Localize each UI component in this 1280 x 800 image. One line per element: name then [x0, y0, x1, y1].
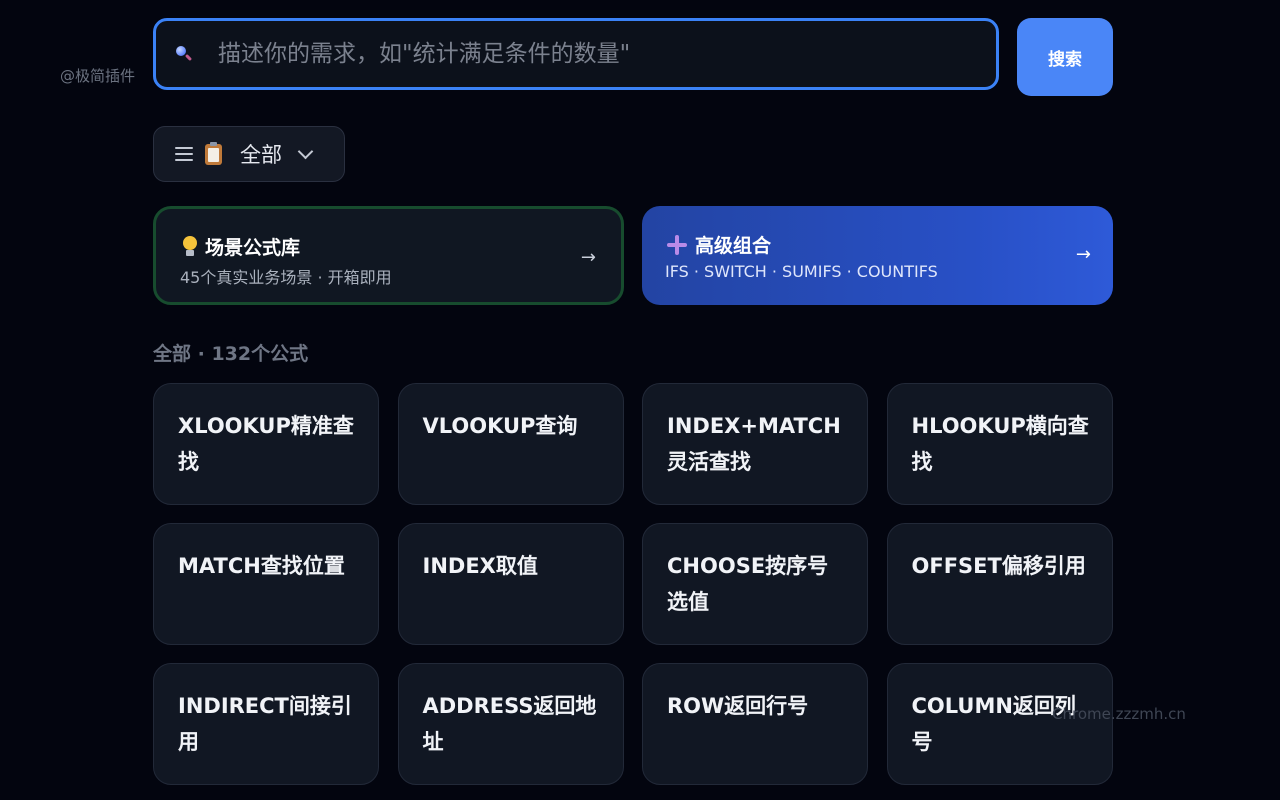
- watermark-right: Chrome.zzzmh.cn: [1052, 705, 1186, 723]
- formula-tile-label: COLUMN返回列号: [911, 694, 1076, 754]
- search-input[interactable]: [216, 40, 996, 68]
- formula-tile[interactable]: OFFSET偏移引用: [886, 523, 1113, 645]
- formula-tile[interactable]: INDEX取值: [397, 523, 624, 645]
- formula-tile-label: INDEX+MATCH灵活查找: [667, 414, 841, 474]
- formula-tile[interactable]: HLOOKUP横向查找: [886, 383, 1113, 505]
- category-filter-label: 全部: [240, 143, 282, 167]
- formula-tile-label: ADDRESS返回地址: [422, 694, 597, 754]
- search-button[interactable]: 搜索: [1017, 18, 1113, 96]
- watermark-left: @极简插件: [60, 67, 136, 85]
- chevron-down-icon: [297, 143, 314, 159]
- arrow-right-icon: →: [1075, 244, 1091, 265]
- formula-tile[interactable]: COLUMN返回列号: [886, 663, 1113, 785]
- search-icon: [174, 44, 194, 64]
- formula-tile[interactable]: INDIRECT间接引用: [153, 663, 379, 785]
- scene-formula-library-card[interactable]: 场景公式库 45个真实业务场景 · 开箱即用 →: [153, 206, 624, 305]
- formula-grid: XLOOKUP精准查找 VLOOKUP查询 INDEX+MATCH灵活查找 HL…: [153, 383, 1113, 785]
- formula-tile-label: OFFSET偏移引用: [911, 554, 1086, 578]
- arrow-right-icon: →: [580, 247, 596, 268]
- menu-icon: [175, 147, 193, 161]
- scene-card-subtitle: 45个真实业务场景 · 开箱即用: [180, 268, 392, 287]
- clipboard-icon: [205, 141, 222, 165]
- formula-tile[interactable]: MATCH查找位置: [153, 523, 379, 645]
- formula-tile-label: HLOOKUP横向查找: [911, 414, 1089, 474]
- plus-icon: [667, 234, 687, 255]
- advanced-card-title: 高级组合: [695, 235, 772, 257]
- scene-card-title: 场景公式库: [205, 237, 301, 259]
- formula-tile-label: MATCH查找位置: [178, 554, 345, 578]
- formula-tile[interactable]: XLOOKUP精准查找: [153, 383, 379, 505]
- formula-tile-label: INDEX取值: [422, 554, 538, 578]
- formula-tile[interactable]: VLOOKUP查询: [397, 383, 624, 505]
- formula-tile[interactable]: INDEX+MATCH灵活查找: [642, 383, 868, 505]
- category-filter-dropdown[interactable]: 全部: [153, 126, 345, 182]
- formula-tile-label: INDIRECT间接引用: [178, 694, 352, 754]
- section-count-label: 全部 · 132个公式: [153, 343, 309, 365]
- formula-tile[interactable]: ADDRESS返回地址: [397, 663, 624, 785]
- formula-tile[interactable]: CHOOSE按序号选值: [642, 523, 868, 645]
- formula-tile-label: VLOOKUP查询: [422, 414, 578, 438]
- search-box[interactable]: [153, 18, 999, 90]
- formula-tile-label: XLOOKUP精准查找: [178, 414, 354, 474]
- advanced-card-subtitle: IFS · SWITCH · SUMIFS · COUNTIFS: [665, 262, 938, 281]
- lightbulb-icon: [183, 235, 197, 258]
- advanced-combination-card[interactable]: 高级组合 IFS · SWITCH · SUMIFS · COUNTIFS →: [642, 206, 1113, 305]
- formula-tile[interactable]: ROW返回行号: [642, 663, 868, 785]
- formula-tile-label: ROW返回行号: [667, 694, 809, 718]
- formula-tile-label: CHOOSE按序号选值: [667, 554, 829, 614]
